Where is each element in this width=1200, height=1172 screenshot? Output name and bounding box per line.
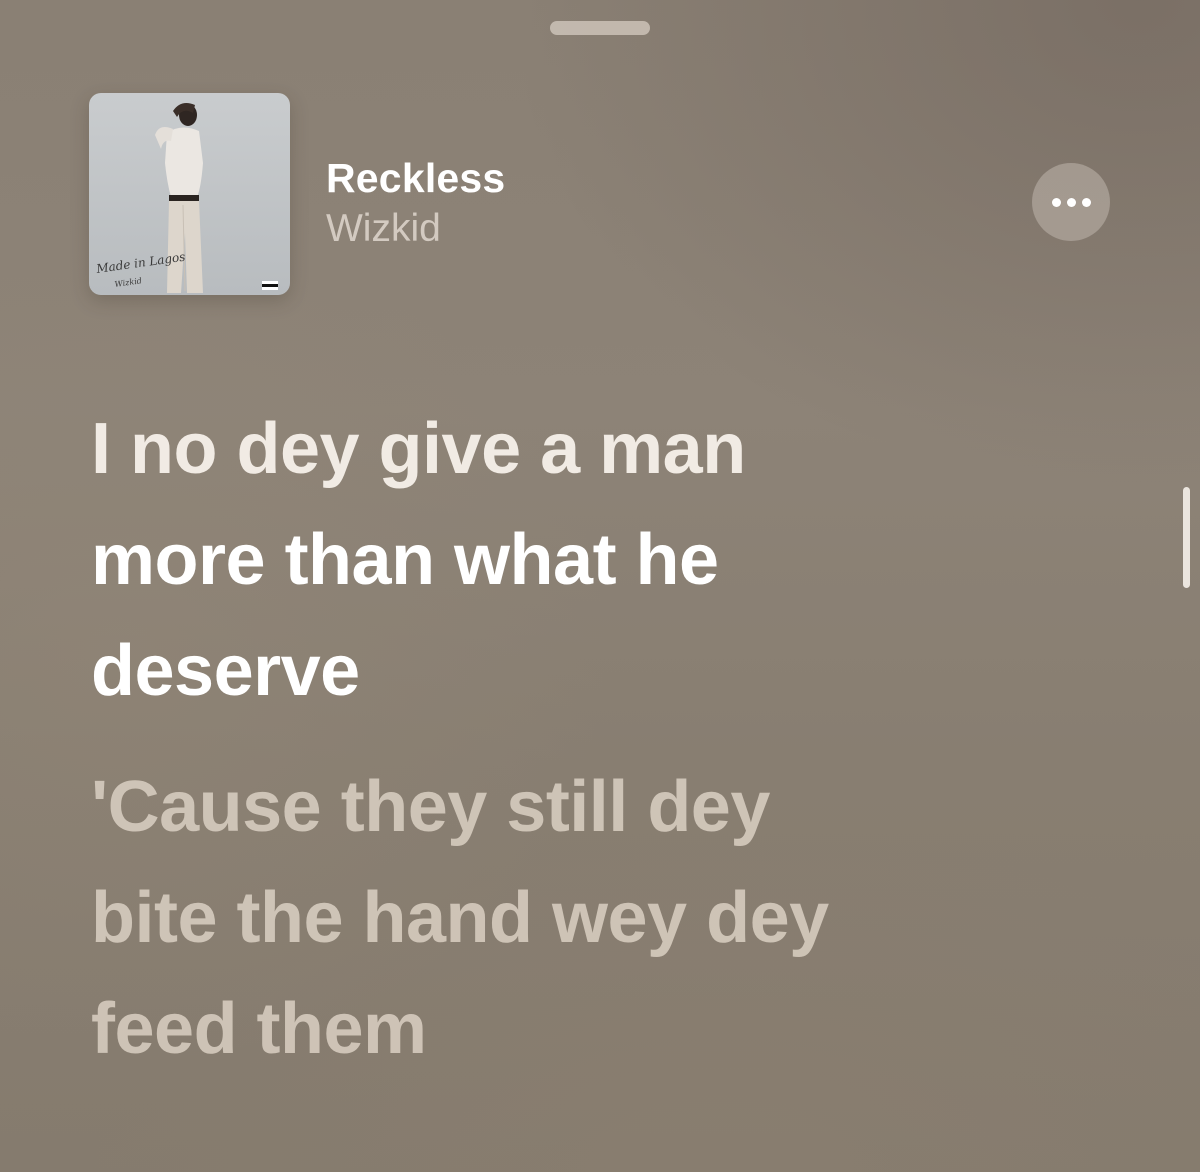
lyric-current-line-1: I no dey give a man <box>91 409 746 489</box>
more-horizontal-icon <box>1051 197 1061 207</box>
song-title: Reckless <box>326 155 506 201</box>
lyric-next-line-1: 'Cause they still dey <box>91 767 770 847</box>
lyric-current-line-2: more than what he <box>91 520 719 600</box>
lyric-next-line-2: bite the hand wey dey <box>91 878 829 958</box>
artist-name[interactable]: Wizkid <box>326 204 505 254</box>
now-playing-info[interactable]: Reckless Wizkid <box>326 152 505 254</box>
sheet-grabber-handle[interactable] <box>550 21 650 35</box>
album-artwork[interactable]: Made in Lagos Wizkid <box>89 93 290 295</box>
lyric-next[interactable]: 'Cause they still dey bite the hand wey … <box>91 752 1101 1085</box>
lyric-next-line-3: feed them <box>91 989 427 1069</box>
lyrics-view[interactable]: I no dey give a man more than what he de… <box>91 394 1101 1085</box>
lyric-current[interactable]: I no dey give a man more than what he de… <box>91 394 1101 727</box>
more-horizontal-icon-dot <box>1081 197 1091 207</box>
lyric-current-line-3: deserve <box>91 631 360 711</box>
more-horizontal-icon-dot <box>1066 197 1076 207</box>
scroll-indicator[interactable] <box>1183 487 1190 588</box>
more-options-button[interactable] <box>1032 163 1110 241</box>
